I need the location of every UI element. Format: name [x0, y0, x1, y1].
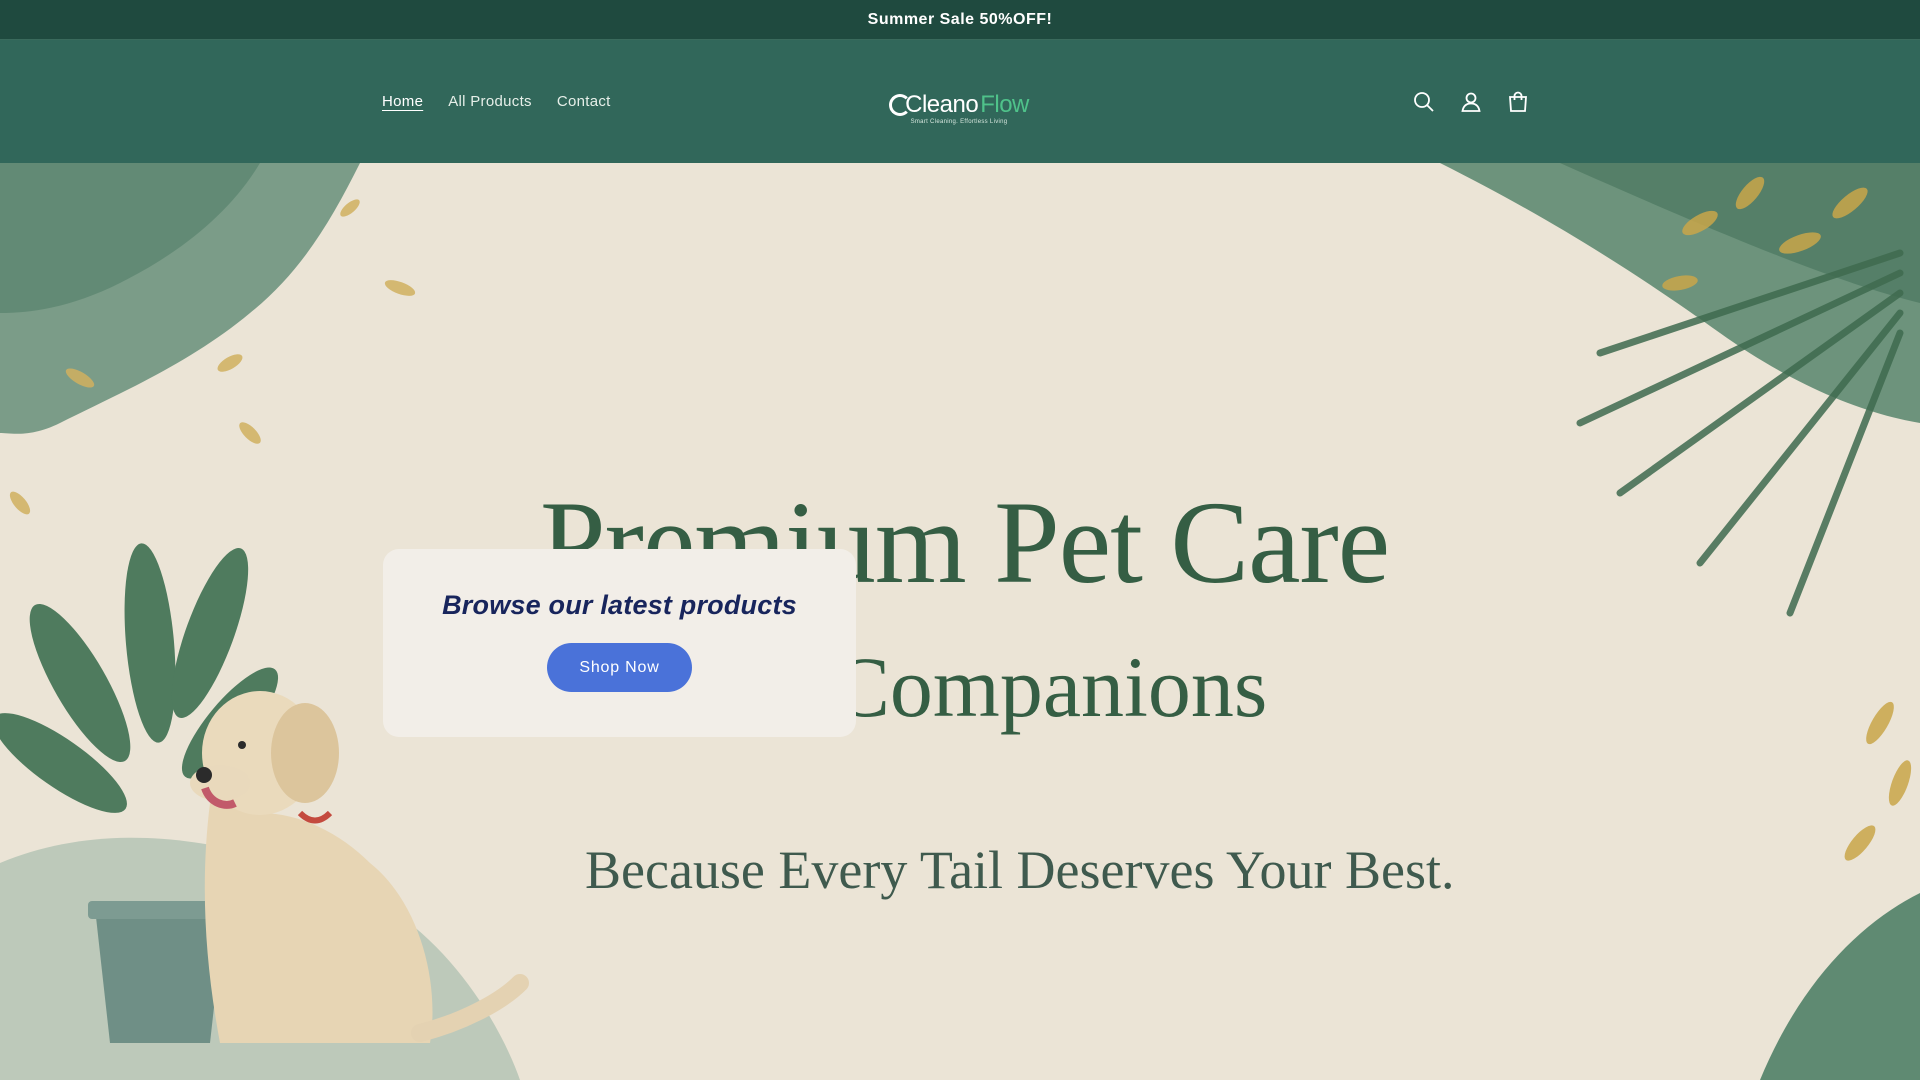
announcement-bar: Summer Sale 50%OFF!: [0, 0, 1920, 40]
main-nav: Home All Products Contact: [382, 40, 611, 163]
header-icons: [1410, 40, 1531, 163]
cart-icon[interactable]: [1504, 88, 1531, 115]
site-header: Home All Products Contact Cleano Flow Sm…: [0, 40, 1920, 163]
nav-all-products[interactable]: All Products: [448, 93, 532, 110]
nav-home[interactable]: Home: [382, 93, 423, 110]
nav-contact[interactable]: Contact: [557, 93, 611, 110]
logo-word-flow: Flow: [980, 91, 1029, 118]
logo-wordmark: Cleano Flow: [889, 91, 1029, 118]
hero-tagline: Because Every Tail Deserves Your Best.: [585, 840, 1455, 900]
promo-card: Browse our latest products Shop Now: [383, 549, 856, 737]
account-icon[interactable]: [1457, 88, 1484, 115]
hero-background-illustration: [0, 163, 1920, 1080]
site-logo[interactable]: Cleano Flow Smart Cleaning. Effortless L…: [889, 91, 1029, 134]
logo-word-cleano: Cleano: [905, 91, 979, 118]
logo-tagline: Smart Cleaning. Effortless Living: [910, 119, 1008, 125]
shop-now-button[interactable]: Shop Now: [547, 643, 692, 692]
announcement-text: Summer Sale 50%OFF!: [867, 10, 1053, 28]
search-icon[interactable]: [1410, 88, 1437, 115]
hero-banner: Premium Pet Care loved Companions Becaus…: [0, 163, 1920, 1080]
promo-title: Browse our latest products: [442, 590, 797, 620]
